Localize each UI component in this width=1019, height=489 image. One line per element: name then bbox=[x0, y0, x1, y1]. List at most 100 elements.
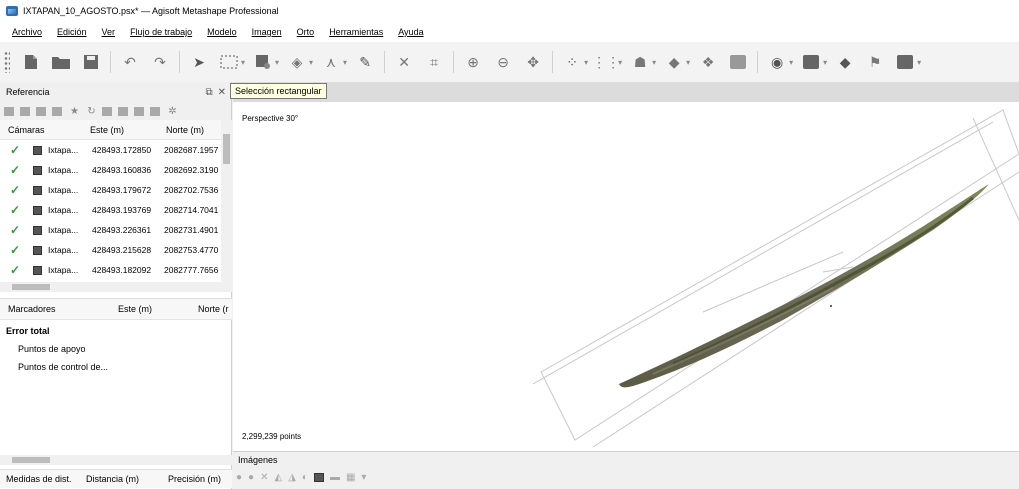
optimize-icon[interactable] bbox=[52, 106, 62, 116]
delete-icon[interactable]: ✕ bbox=[393, 51, 415, 73]
enable-camera-icon[interactable]: ● bbox=[236, 472, 242, 483]
refresh-icon[interactable]: ↻ bbox=[85, 105, 98, 117]
menu-orto[interactable]: Orto bbox=[297, 27, 315, 37]
rectangle-selection-icon[interactable] bbox=[218, 51, 240, 73]
grid-view-icon[interactable]: ▦ bbox=[346, 472, 355, 483]
crop-icon[interactable]: ⌗ bbox=[423, 51, 445, 73]
markers-column-header[interactable]: Marcadores bbox=[0, 304, 110, 314]
view-errors-icon[interactable] bbox=[134, 106, 144, 116]
menu-edicion[interactable]: Edición bbox=[57, 27, 87, 37]
zoom-out-icon[interactable]: ⊖ bbox=[492, 51, 514, 73]
shaded-icon[interactable] bbox=[727, 51, 749, 73]
export-icon[interactable] bbox=[20, 106, 30, 116]
distance-column-header[interactable]: Distancia (m) bbox=[82, 474, 162, 484]
close-icon[interactable]: ✕ bbox=[218, 87, 226, 98]
accuracy-column-header[interactable]: Precisión (m) bbox=[162, 474, 232, 484]
scrollbar-thumb[interactable] bbox=[12, 284, 50, 290]
undock-icon[interactable]: ⧉ bbox=[205, 87, 212, 98]
redo-icon[interactable]: ↷ bbox=[149, 51, 171, 73]
ortho-icon[interactable]: ◆ bbox=[834, 51, 856, 73]
surface-icon[interactable]: ◆ bbox=[663, 51, 685, 73]
menu-ver[interactable]: Ver bbox=[102, 27, 116, 37]
chevron-down-icon[interactable]: ▾ bbox=[361, 472, 366, 483]
view-source-icon[interactable] bbox=[102, 106, 112, 116]
checkbox-checked-icon[interactable]: ✓ bbox=[10, 243, 24, 257]
scalebars-column-header[interactable]: Medidas de dist. bbox=[0, 474, 82, 484]
show-points-icon[interactable]: ⋮⋮ bbox=[592, 51, 620, 73]
scrollbar-thumb[interactable] bbox=[223, 134, 230, 164]
checkpoints-row[interactable]: Puntos de control de... bbox=[0, 358, 232, 376]
import-icon[interactable] bbox=[4, 106, 14, 116]
convert-icon[interactable] bbox=[36, 106, 46, 116]
model-view-icon[interactable]: ☗ bbox=[629, 51, 651, 73]
navigation-icon[interactable]: ➤ bbox=[188, 51, 210, 73]
thumbnail-view-icon[interactable] bbox=[313, 473, 324, 482]
view-estimated-icon[interactable] bbox=[118, 106, 128, 116]
image-view-icon[interactable] bbox=[894, 51, 916, 73]
este-column-header[interactable]: Este (m) bbox=[86, 125, 162, 135]
settings-icon[interactable]: ✲ bbox=[166, 105, 179, 117]
star-icon[interactable]: ★ bbox=[68, 105, 81, 117]
toolbar-grip[interactable] bbox=[4, 51, 10, 73]
new-icon[interactable] bbox=[20, 51, 42, 73]
menu-herramientas[interactable]: Herramientas bbox=[329, 27, 383, 37]
table-row[interactable]: ✓ Ixtapa... 428493.179672 2082702.7536 bbox=[0, 180, 231, 200]
open-icon[interactable] bbox=[50, 51, 72, 73]
menu-imagen[interactable]: Imagen bbox=[252, 27, 282, 37]
pencil-icon[interactable]: ✎ bbox=[354, 51, 376, 73]
cameras-column-header[interactable]: Cámaras bbox=[0, 125, 86, 135]
chevron-down-icon[interactable]: ▾ bbox=[309, 58, 313, 67]
rotate-right-icon[interactable]: ◮ bbox=[288, 472, 296, 483]
mask-icon[interactable]: ◐ bbox=[302, 472, 308, 483]
checkbox-checked-icon[interactable]: ✓ bbox=[10, 263, 24, 277]
cameras-vertical-scrollbar[interactable] bbox=[221, 120, 232, 282]
remove-camera-icon[interactable]: ✕ bbox=[260, 472, 268, 483]
menu-archivo[interactable]: Archivo bbox=[12, 27, 42, 37]
cameras-horizontal-scrollbar[interactable] bbox=[0, 282, 232, 292]
checkbox-checked-icon[interactable]: ✓ bbox=[10, 223, 24, 237]
menu-modelo[interactable]: Modelo bbox=[207, 27, 237, 37]
model-view[interactable]: Perspective 30° 2,299,239 points bbox=[233, 102, 1019, 451]
markers-este-column-header[interactable]: Este (m) bbox=[110, 304, 190, 314]
menu-flujo-de-trabajo[interactable]: Flujo de trabajo bbox=[130, 27, 192, 37]
shape-icon[interactable]: ⋏ bbox=[320, 51, 342, 73]
chevron-down-icon[interactable]: ▾ bbox=[789, 58, 793, 67]
table-row[interactable]: ✓ Ixtapa... 428493.160836 2082692.3190 bbox=[0, 160, 231, 180]
table-row[interactable]: ✓ Ixtapa... 428493.193769 2082714.7041 bbox=[0, 200, 231, 220]
show-cameras-icon[interactable]: ⁘ bbox=[561, 51, 583, 73]
list-view-icon[interactable]: ▬ bbox=[330, 472, 340, 483]
chevron-down-icon[interactable]: ▾ bbox=[652, 58, 656, 67]
texture-icon[interactable]: ❖ bbox=[697, 51, 719, 73]
chevron-down-icon[interactable]: ▾ bbox=[917, 58, 921, 67]
checkbox-checked-icon[interactable]: ✓ bbox=[10, 163, 24, 177]
disable-camera-icon[interactable]: ● bbox=[248, 472, 254, 483]
chevron-down-icon[interactable]: ▾ bbox=[241, 58, 245, 67]
checkbox-checked-icon[interactable]: ✓ bbox=[10, 183, 24, 197]
chevron-down-icon[interactable]: ▾ bbox=[823, 58, 827, 67]
rotate-left-icon[interactable]: ◭ bbox=[274, 472, 282, 483]
scrollbar-thumb[interactable] bbox=[12, 457, 50, 463]
table-row[interactable]: ✓ Ixtapa... 428493.215628 2082753.4770 bbox=[0, 240, 231, 260]
point-cloud-canvas[interactable] bbox=[233, 102, 1019, 451]
markers-norte-column-header[interactable]: Norte (r bbox=[190, 304, 232, 314]
gcp-row[interactable]: Puntos de apoyo bbox=[0, 340, 232, 358]
table-row[interactable]: ✓ Ixtapa... 428493.172850 2082687.1957 bbox=[0, 140, 231, 160]
chevron-down-icon[interactable]: ▾ bbox=[343, 58, 347, 67]
move-object-icon[interactable]: ✥ bbox=[522, 51, 544, 73]
checkbox-checked-icon[interactable]: ✓ bbox=[10, 203, 24, 217]
chevron-down-icon[interactable]: ▾ bbox=[275, 58, 279, 67]
undo-icon[interactable]: ↶ bbox=[119, 51, 141, 73]
marker-flag-icon[interactable]: ⚑ bbox=[864, 51, 886, 73]
checkbox-checked-icon[interactable]: ✓ bbox=[10, 143, 24, 157]
chevron-down-icon[interactable]: ▾ bbox=[584, 58, 588, 67]
zoom-in-icon[interactable]: ⊕ bbox=[462, 51, 484, 73]
menu-ayuda[interactable]: Ayuda bbox=[398, 27, 423, 37]
table-icon[interactable] bbox=[150, 106, 160, 116]
free-form-selection-icon[interactable] bbox=[252, 51, 274, 73]
ruler-icon[interactable]: ◈ bbox=[286, 51, 308, 73]
markers-horizontal-scrollbar[interactable] bbox=[0, 455, 232, 465]
sphere-icon[interactable]: ◉ bbox=[766, 51, 788, 73]
camera-view-icon[interactable] bbox=[800, 51, 822, 73]
error-total-row[interactable]: Error total bbox=[0, 322, 232, 340]
table-row[interactable]: ✓ Ixtapa... 428493.182092 2082777.7656 bbox=[0, 260, 231, 280]
